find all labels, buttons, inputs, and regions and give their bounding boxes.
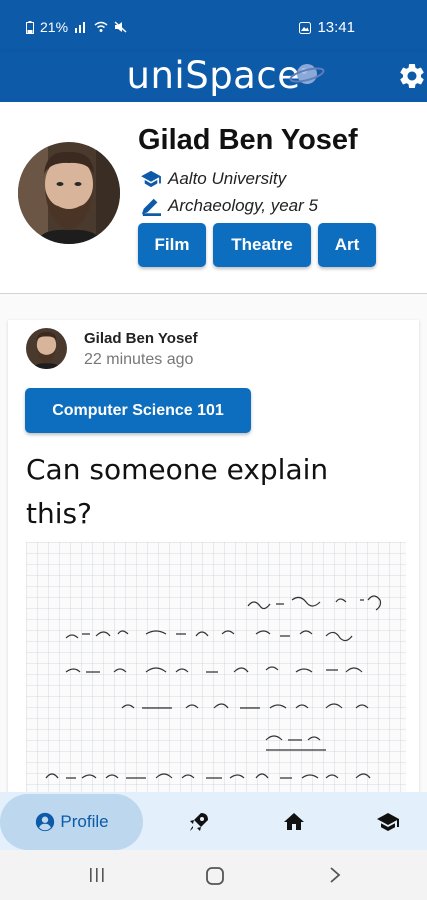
rocket-icon[interactable] xyxy=(187,810,211,834)
university-row: Aalto University xyxy=(140,169,286,189)
back-icon[interactable] xyxy=(327,866,343,884)
interest-chips: Film Theatre Art xyxy=(138,223,376,267)
profile-card: Gilad Ben Yosef Aalto University Archaeo… xyxy=(0,102,427,294)
home-icon[interactable] xyxy=(282,810,306,834)
post-timestamp: 22 minutes ago xyxy=(84,351,194,368)
settings-gear-icon[interactable] xyxy=(397,61,427,91)
post-text: Can someone explain this? xyxy=(26,453,329,530)
major-row: Archaeology, year 5 xyxy=(140,196,318,216)
interest-chip-theatre[interactable]: Theatre xyxy=(213,223,311,267)
app-bar: uniSpace xyxy=(0,52,427,102)
course-tag[interactable]: Computer Science 101 xyxy=(25,388,251,433)
graduation-cap-icon xyxy=(141,170,161,188)
bottom-nav: Profile xyxy=(0,792,427,850)
wifi-icon xyxy=(94,21,108,32)
status-left: 21% xyxy=(26,19,127,35)
battery-level: 21% xyxy=(40,19,69,35)
status-bar: 21% 13:41 xyxy=(0,0,427,52)
university-name: Aalto University xyxy=(168,169,287,188)
clock: 13:41 xyxy=(317,19,355,36)
planet-icon xyxy=(289,64,325,84)
interest-chip-art[interactable]: Art xyxy=(318,223,376,267)
post-author-name[interactable]: Gilad Ben Yosef xyxy=(84,330,198,347)
pencil-ruler-icon xyxy=(141,198,161,216)
profile-name: Gilad Ben Yosef xyxy=(138,124,358,156)
home-button-icon[interactable] xyxy=(205,866,225,886)
nav-profile-label: Profile xyxy=(60,812,109,831)
status-right: 13:41 xyxy=(299,19,355,36)
school-icon[interactable] xyxy=(376,810,400,834)
signal-icon xyxy=(75,22,86,33)
account-circle-icon xyxy=(36,812,55,832)
system-nav-bar xyxy=(0,850,427,900)
nav-profile-tab[interactable]: Profile xyxy=(0,794,143,850)
post-author-avatar[interactable] xyxy=(26,328,67,369)
interest-chip-film[interactable]: Film xyxy=(138,223,206,267)
major-text: Archaeology, year 5 xyxy=(168,196,318,215)
battery-icon xyxy=(26,20,34,34)
mute-icon xyxy=(114,21,127,33)
app-title-text: uniSpace xyxy=(126,54,301,97)
recent-apps-icon[interactable] xyxy=(88,866,106,884)
profile-avatar xyxy=(18,142,120,244)
gallery-notification-icon xyxy=(299,21,312,34)
app-title: uniSpace xyxy=(0,54,427,97)
post-card[interactable]: Gilad Ben Yosef 22 minutes ago Computer … xyxy=(8,320,419,842)
